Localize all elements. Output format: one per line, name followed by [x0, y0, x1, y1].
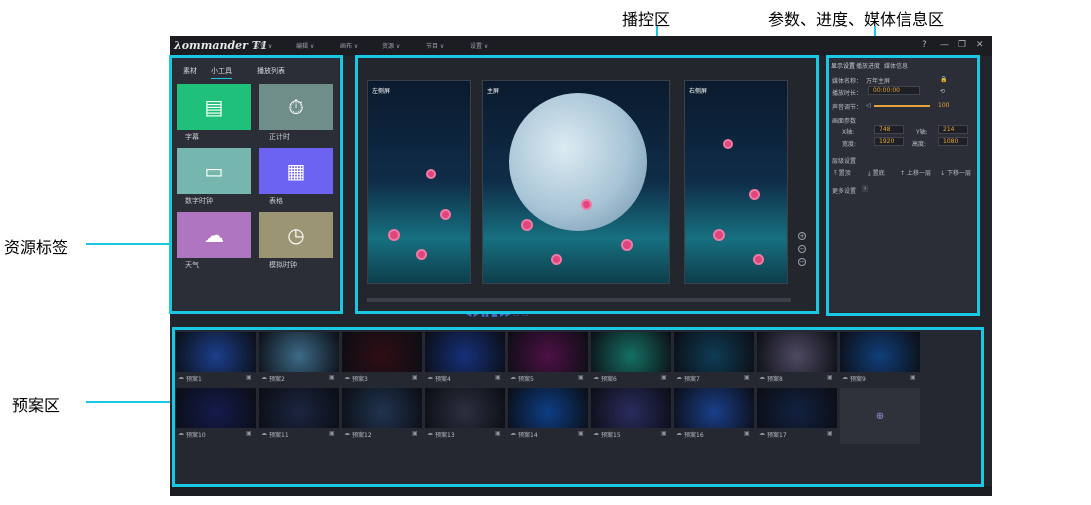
menu-file[interactable]: 文件 ∨ [254, 41, 272, 50]
menu-program[interactable]: 节目 ∨ [426, 41, 444, 50]
close-icon[interactable]: ✕ [976, 40, 984, 50]
highlight-preview-panel [355, 55, 819, 314]
highlight-plan-panel [172, 327, 984, 487]
menu-edit[interactable]: 编辑 ∨ [296, 41, 314, 50]
restore-icon[interactable]: ❐ [958, 40, 966, 50]
menu-canvas[interactable]: 画布 ∨ [340, 41, 358, 50]
annotation-info-area: 参数、进度、媒体信息区 [768, 10, 945, 29]
help-icon[interactable]: ? [922, 40, 927, 50]
title-bar: λommander T1 文件 ∨ 编辑 ∨ 画布 ∨ 资源 ∨ 节目 ∨ 设置… [170, 36, 992, 56]
menu-settings[interactable]: 设置 ∨ [470, 41, 488, 50]
annotation-resource-tabs: 资源标签 [4, 238, 69, 257]
annotation-playback-area: 播控区 [622, 10, 671, 29]
highlight-resource-panel [169, 55, 343, 314]
annotation-plan-area: 预案区 [12, 396, 61, 415]
menu-resource[interactable]: 资源 ∨ [382, 41, 400, 50]
minimize-icon[interactable]: — [940, 40, 949, 50]
highlight-info-panel [826, 55, 980, 316]
status-bar [170, 486, 992, 496]
